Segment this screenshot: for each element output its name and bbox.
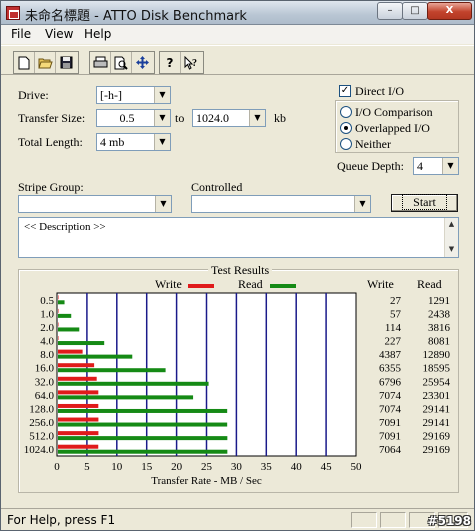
read-bar bbox=[58, 313, 72, 318]
read-value: 1291 bbox=[428, 295, 450, 307]
write-bar bbox=[58, 308, 59, 313]
y-tick-label: 0.5 bbox=[40, 295, 54, 307]
write-value: 4387 bbox=[379, 349, 402, 361]
status-bar: For Help, press F1 bbox=[1, 508, 474, 530]
write-bar bbox=[58, 444, 99, 449]
write-bar bbox=[58, 363, 95, 368]
write-value: 227 bbox=[385, 336, 402, 348]
write-value: 7091 bbox=[379, 431, 401, 443]
y-tick-label: 32.0 bbox=[35, 376, 55, 388]
write-bar bbox=[58, 295, 59, 300]
y-tick-label: 16.0 bbox=[35, 363, 55, 375]
write-value: 114 bbox=[385, 322, 402, 334]
x-tick-label: 5 bbox=[84, 461, 90, 473]
read-bar bbox=[58, 422, 228, 427]
write-value: 7091 bbox=[379, 417, 401, 429]
y-tick-label: 512.0 bbox=[29, 431, 54, 443]
y-tick-label: 1024.0 bbox=[24, 444, 55, 456]
write-value: 7064 bbox=[379, 444, 402, 456]
y-tick-label: 128.0 bbox=[29, 403, 54, 415]
read-value: 29169 bbox=[423, 431, 451, 443]
read-value: 8081 bbox=[428, 336, 450, 348]
write-bar bbox=[58, 336, 59, 341]
status-text: For Help, press F1 bbox=[7, 513, 116, 527]
read-value: 29141 bbox=[423, 417, 451, 429]
write-bar bbox=[58, 431, 99, 436]
x-tick-label: 50 bbox=[351, 461, 363, 473]
x-tick-label: 40 bbox=[291, 461, 303, 473]
transfer-rate-chart: 0 5 10 15 20 25 30 35 40 45 50 Transfer Rate - MB /… bbox=[24, 292, 451, 487]
write-value: 27 bbox=[390, 295, 402, 307]
read-bar bbox=[58, 354, 133, 359]
watermark: #5198 bbox=[427, 514, 471, 528]
y-tick-label: 256.0 bbox=[29, 417, 54, 429]
write-bar bbox=[58, 322, 59, 327]
read-bar bbox=[58, 300, 65, 305]
y-tick-label: 64.0 bbox=[35, 390, 55, 402]
write-value: 6355 bbox=[379, 363, 402, 375]
x-tick-label: 45 bbox=[321, 461, 333, 473]
read-bar bbox=[58, 449, 228, 454]
read-bar bbox=[58, 341, 105, 346]
write-value: 7074 bbox=[379, 403, 402, 415]
write-bar bbox=[58, 390, 99, 395]
status-cell-2 bbox=[380, 512, 406, 528]
y-tick-label: 4.0 bbox=[40, 336, 54, 348]
x-tick-label: 0 bbox=[54, 461, 60, 473]
write-bar bbox=[58, 417, 99, 422]
write-bar bbox=[58, 376, 97, 381]
x-tick-label: 35 bbox=[261, 461, 273, 473]
read-bar bbox=[58, 381, 209, 386]
app-window: 未命名標題 - ATTO Disk Benchmark – □ X File V… bbox=[0, 0, 475, 531]
write-bar bbox=[58, 349, 83, 354]
read-value: 29169 bbox=[423, 444, 451, 456]
read-bar bbox=[58, 327, 80, 332]
y-tick-label: 1.0 bbox=[40, 308, 54, 320]
read-value: 3816 bbox=[428, 322, 451, 334]
x-axis-label: Transfer Rate - MB / Sec bbox=[151, 475, 262, 487]
y-tick-label: 2.0 bbox=[40, 322, 54, 334]
x-tick-label: 20 bbox=[171, 461, 183, 473]
x-tick-label: 25 bbox=[201, 461, 213, 473]
x-tick-label: 15 bbox=[141, 461, 153, 473]
x-tick-label: 10 bbox=[111, 461, 123, 473]
read-bar bbox=[58, 436, 228, 441]
read-value: 29141 bbox=[423, 403, 451, 415]
write-bar bbox=[58, 403, 99, 408]
read-value: 12890 bbox=[423, 349, 451, 361]
write-value: 57 bbox=[390, 308, 402, 320]
read-bar bbox=[58, 408, 228, 413]
write-value: 6796 bbox=[379, 376, 402, 388]
read-value: 25954 bbox=[423, 376, 451, 388]
x-tick-label: 30 bbox=[231, 461, 243, 473]
read-bar bbox=[58, 395, 194, 400]
y-tick-label: 8.0 bbox=[40, 349, 54, 361]
read-bar bbox=[58, 368, 166, 373]
read-value: 2438 bbox=[428, 308, 451, 320]
status-cell-1 bbox=[351, 512, 377, 528]
read-value: 23301 bbox=[423, 390, 451, 402]
read-value: 18595 bbox=[423, 363, 451, 375]
write-value: 7074 bbox=[379, 390, 402, 402]
